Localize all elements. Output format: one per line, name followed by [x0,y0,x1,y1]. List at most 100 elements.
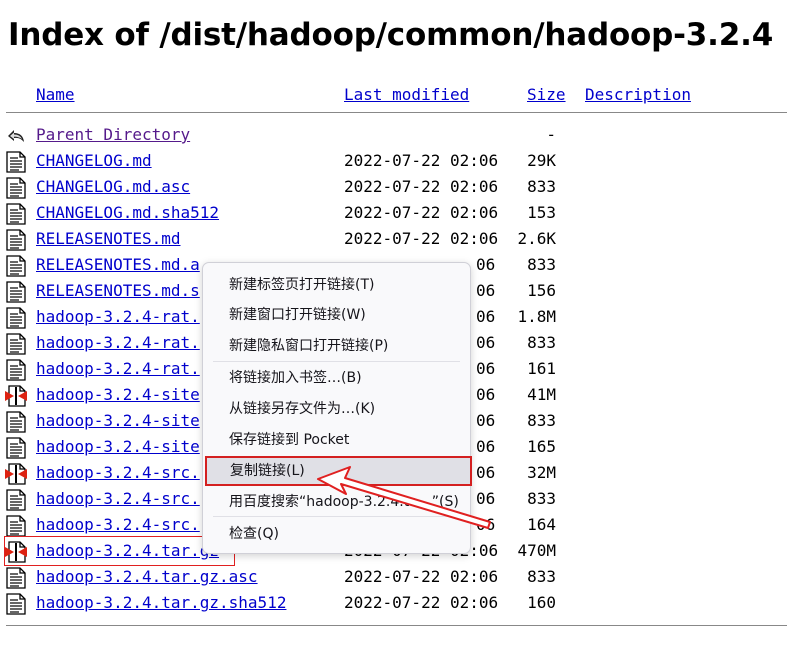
column-header-name[interactable]: Name [36,85,75,105]
search-baidu-item[interactable]: 用百度搜索“hadoop-3.2.4.ta…”(S) [205,488,468,516]
file-name-cell[interactable]: hadoop-3.2.4-src. [36,463,200,483]
last-modified-cell: 2022-07-22 02:06 [344,593,499,612]
last-modified-cell: 06 [476,333,496,352]
file-link[interactable]: hadoop-3.2.4-rat. [36,333,200,352]
file-name-cell[interactable]: hadoop-3.2.4-site [36,385,200,405]
last-modified-cell: 06 [476,359,496,378]
file-link[interactable]: hadoop-3.2.4-rat. [36,359,200,378]
sort-by-size-link[interactable]: Size [527,85,566,104]
text-file-icon [5,229,27,251]
context-menu: 新建标签页打开链接(T) 新建窗口打开链接(W) 新建隐私窗口打开链接(P) 将链接加… [202,262,472,554]
last-modified-cell: 06 [476,411,496,430]
size-cell: 32M [527,463,556,482]
text-file-icon [5,203,27,225]
file-link[interactable]: RELEASENOTES.md [36,229,181,248]
bookmark-link-item[interactable]: 将链接加入书签…(B) [205,364,468,392]
size-cell: 833 [527,333,556,352]
text-file-icon [5,489,27,511]
text-file-icon [5,437,27,459]
file-link[interactable]: hadoop-3.2.4.tar.gz.asc [36,567,258,586]
file-link[interactable]: hadoop-3.2.4-site [36,385,200,404]
footer-divider [6,625,787,626]
menu-separator [213,361,460,362]
size-cell: 833 [527,255,556,274]
file-link[interactable]: hadoop-3.2.4-site [36,411,200,430]
file-name-cell[interactable]: hadoop-3.2.4.tar.gz.sha512 [36,593,286,613]
file-name-cell[interactable]: hadoop-3.2.4-rat. [36,333,200,353]
last-modified-cell: 06 [476,437,496,456]
file-name-cell[interactable]: CHANGELOG.md.sha512 [36,203,219,223]
text-file-icon [5,567,27,589]
file-name-cell[interactable]: Parent Directory [36,125,190,145]
archive-file-icon [5,385,27,407]
sort-by-description-link[interactable]: Description [585,85,691,104]
header-divider [6,112,787,113]
size-cell: 29K [527,151,556,170]
file-name-cell[interactable]: hadoop-3.2.4-rat. [36,359,200,379]
file-name-cell[interactable]: RELEASENOTES.md.s [36,281,200,301]
last-modified-cell: 06 [476,489,496,508]
open-in-new-window-item[interactable]: 新建窗口打开链接(W) [205,301,468,329]
text-file-icon [5,515,27,537]
file-link[interactable]: CHANGELOG.md [36,151,152,170]
file-row: CHANGELOG.md.asc 2022-07-22 02:06 833 [0,175,787,201]
column-header-last-modified[interactable]: Last modified [344,85,469,105]
parent-directory-link[interactable]: Parent Directory [36,125,190,144]
save-link-as-item[interactable]: 从链接另存文件为…(K) [205,395,468,423]
file-name-cell[interactable]: CHANGELOG.md [36,151,152,171]
file-name-cell[interactable]: hadoop-3.2.4-src. [36,515,200,535]
save-to-pocket-item[interactable]: 保存链接到 Pocket [205,426,468,454]
file-row: Parent Directory - [0,123,787,149]
file-link[interactable]: RELEASENOTES.md.a [36,255,200,274]
file-name-cell[interactable]: CHANGELOG.md.asc [36,177,190,197]
last-modified-cell: 2022-07-22 02:06 [344,151,499,170]
last-modified-cell: 06 [476,463,496,482]
size-cell: 470M [517,541,556,560]
copy-link-item[interactable]: 复制链接(L) [205,456,472,486]
archive-file-icon [5,463,27,485]
file-link[interactable]: CHANGELOG.md.sha512 [36,203,219,222]
file-link[interactable]: CHANGELOG.md.asc [36,177,190,196]
text-file-icon [5,281,27,303]
size-cell: 833 [527,567,556,586]
file-link[interactable]: RELEASENOTES.md.s [36,281,200,300]
open-in-private-window-item[interactable]: 新建隐私窗口打开链接(P) [205,332,468,360]
text-file-icon [5,359,27,381]
file-row: CHANGELOG.md.sha512 2022-07-22 02:06 153 [0,201,787,227]
size-cell: - [546,125,556,144]
last-modified-cell: 06 [476,255,496,274]
file-name-cell[interactable]: hadoop-3.2.4-site [36,411,200,431]
file-link[interactable]: hadoop-3.2.4-src. [36,515,200,534]
file-link[interactable]: hadoop-3.2.4-src. [36,489,200,508]
last-modified-cell: 06 [476,515,496,534]
file-link[interactable]: hadoop-3.2.4.tar.gz.sha512 [36,593,286,612]
file-name-cell[interactable]: hadoop-3.2.4-src. [36,489,200,509]
file-name-cell[interactable]: hadoop-3.2.4-rat. [36,307,200,327]
file-name-cell[interactable]: hadoop-3.2.4.tar.gz.asc [36,567,258,587]
size-cell: 165 [527,437,556,456]
size-cell: 161 [527,359,556,378]
text-file-icon [5,411,27,433]
file-link[interactable]: hadoop-3.2.4-src. [36,463,200,482]
file-row: CHANGELOG.md 2022-07-22 02:06 29K [0,149,787,175]
file-name-cell[interactable]: hadoop-3.2.4-site [36,437,200,457]
file-link[interactable]: hadoop-3.2.4-site [36,437,200,456]
size-cell: 41M [527,385,556,404]
last-modified-cell: 2022-07-22 02:06 [344,567,499,586]
text-file-icon [5,177,27,199]
last-modified-cell: 2022-07-22 02:06 [344,203,499,222]
sort-by-last-modified-link[interactable]: Last modified [344,85,469,104]
file-row: hadoop-3.2.4.tar.gz.asc 2022-07-22 02:06 8… [0,565,787,591]
file-name-cell[interactable]: RELEASENOTES.md [36,229,181,249]
file-link[interactable]: hadoop-3.2.4-rat. [36,307,200,326]
column-header-size[interactable]: Size [527,85,566,105]
column-header-description[interactable]: Description [585,85,691,105]
file-row: RELEASENOTES.md 2022-07-22 02:06 2.6K [0,227,787,253]
size-cell: 164 [527,515,556,534]
open-in-new-tab-item[interactable]: 新建标签页打开链接(T) [205,271,468,299]
sort-by-name-link[interactable]: Name [36,85,75,104]
size-cell: 833 [527,177,556,196]
inspect-item[interactable]: 检查(Q) [205,520,468,548]
file-name-cell[interactable]: RELEASENOTES.md.a [36,255,200,275]
page-title: Index of /dist/hadoop/common/hadoop-3.2.… [8,17,774,53]
